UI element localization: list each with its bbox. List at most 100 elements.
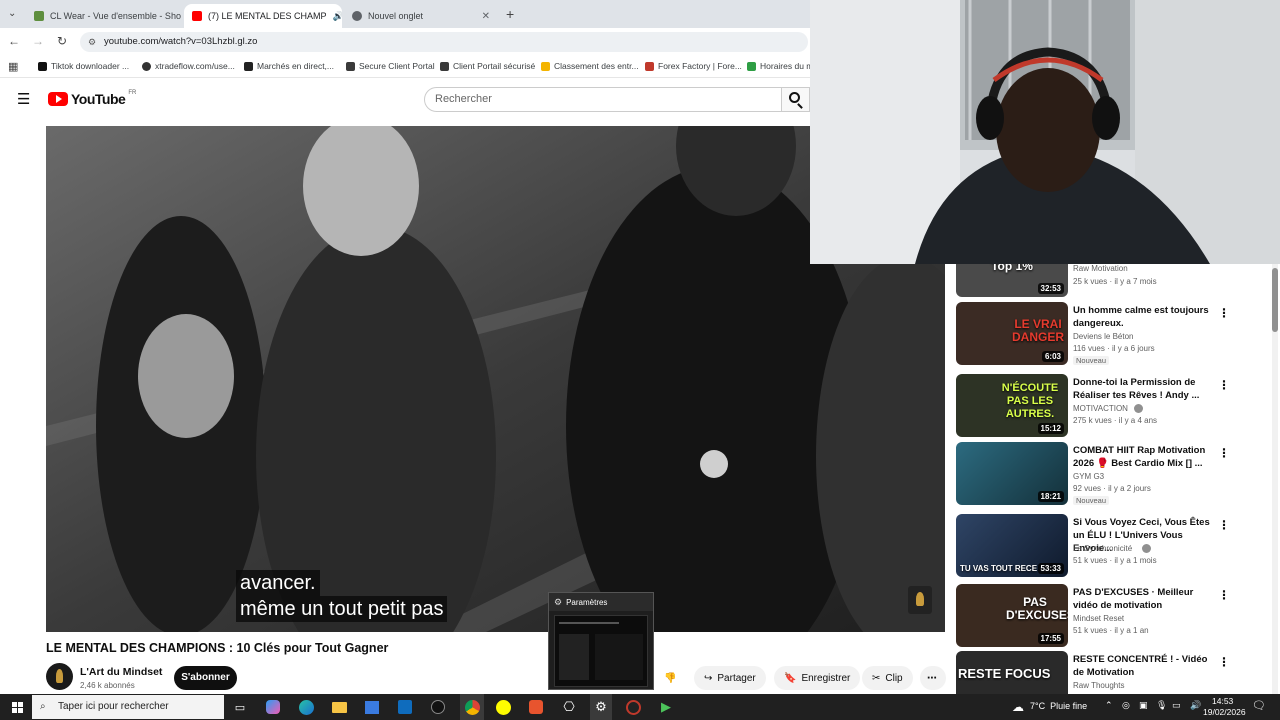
clip-button[interactable]: ✂ Clip [862,666,913,690]
media-app-icon[interactable]: ▶ [657,698,675,716]
recommendation-item[interactable]: TU VAS TOUT RECE 53:33 Si Vous Voyez Cec… [956,514,1276,578]
video-thumbnail[interactable]: TU VAS TOUT RECE 53:33 [956,514,1068,577]
settings-gear-icon[interactable]: ⚙ [590,694,612,720]
chatgpt-icon[interactable]: ⎔ [560,698,578,716]
scrollbar-thumb[interactable] [1272,268,1278,332]
caption-line-2: même un tout petit pas [236,596,448,622]
recommendation-item[interactable]: Top 1% 32:53 Raw Motivation 25 k vues · … [956,264,1276,298]
recommendation-item[interactable]: RESTE FOCUS RESTE CONCENTRÉ ! - Vidéo de… [956,651,1276,694]
windows-start-icon[interactable] [8,698,26,716]
snapchat-icon[interactable] [494,698,512,716]
video-title[interactable]: PAS D'EXCUSES · Meilleur vidéo de motiva… [1073,586,1215,612]
bookmark-item[interactable]: Horaires du m [747,61,813,71]
tray-app-icon[interactable]: ▣ [1139,700,1148,711]
channel-avatar[interactable] [46,663,73,690]
video-meta: 116 vues · il y a 6 jours [1073,344,1155,353]
browser-tab-strip: ⌄ CL Wear - Vue d'ensemble - Sho ✕ (7) L… [0,0,810,28]
channel-name[interactable]: L'Art du Mindset [80,666,162,678]
tab-label: (7) LE MENTAL DES CHAMP [208,11,327,21]
url-field[interactable]: ⚙ youtube.com/watch?v=03Lhzbl.gl.zo [80,32,808,52]
outlook-icon[interactable] [396,698,414,716]
more-options-icon[interactable]: ⋮ [1218,588,1230,602]
microsoft-store-icon[interactable] [363,698,381,716]
video-title[interactable]: COMBAT HIIT Rap Motivation 2026 🥊 Best C… [1073,444,1215,470]
tab-new[interactable]: Nouvel onglet ✕ [344,4,498,28]
channel-name[interactable]: MOTIVACTION [1073,404,1128,413]
search-input[interactable]: Rechercher [424,87,782,112]
chrome-icon[interactable] [460,694,484,720]
tab-youtube-video[interactable]: (7) LE MENTAL DES CHAMP 🔊 ✕ [184,4,342,28]
channel-name[interactable]: Deviens le Béton [1073,332,1133,341]
bookmark-item[interactable]: xtradeflow.com/use... [142,61,235,71]
bookmark-item[interactable]: Tiktok downloader ... [38,61,129,71]
subscriber-count: 2,46 k abonnés [80,681,135,690]
share-button[interactable]: ↪ Partager [694,666,766,690]
chevron-up-icon[interactable]: ⌃ [1105,700,1113,711]
video-thumbnail[interactable]: LE VRAI DANGER 6:03 [956,302,1068,365]
microphone-icon[interactable]: 🎙 [1156,700,1167,711]
more-options-icon[interactable]: ⋮ [1218,518,1230,532]
file-explorer-icon[interactable] [330,698,348,716]
channel-name[interactable]: Mindset Reset [1073,614,1124,623]
task-view-icon[interactable]: ▭ [231,698,249,716]
more-options-icon[interactable]: ⋮ [1218,446,1230,460]
weather-text[interactable]: 7°C Pluie fine [1030,701,1087,711]
youtube-logo[interactable]: YouTube FR [48,90,137,107]
save-button[interactable]: 🔖 Enregistrer [774,666,861,690]
app-icon[interactable] [527,698,545,716]
weather-icon[interactable]: ☁ [1009,698,1027,716]
tray-app-icon[interactable]: ◎ [1122,700,1130,711]
clock-date[interactable]: 19/02/2026 [1203,707,1246,717]
tab-search-icon[interactable]: ⌄ [8,8,16,19]
recording-app-icon[interactable] [624,698,642,716]
bookmark-item[interactable]: Classement des entr... [541,61,639,71]
hamburger-menu-icon[interactable]: ☰ [17,90,30,108]
close-icon[interactable]: ✕ [482,11,490,22]
recommendation-item[interactable]: N'ÉCOUTE PAS LES AUTRES. 15:12 Donne-toi… [956,374,1276,438]
bookmark-item[interactable]: Client Portail sécurisé [440,61,535,71]
site-info-icon[interactable]: ⚙ [88,32,96,52]
copilot-icon[interactable] [264,698,282,716]
more-actions-button[interactable]: ⋯ [920,666,946,690]
reload-icon[interactable]: ↻ [57,34,67,48]
bookmark-item[interactable]: Forex Factory | Fore... [645,61,742,71]
channel-name[interactable]: GYM G3 [1073,472,1104,481]
scrollbar[interactable] [1272,264,1278,694]
more-options-icon[interactable]: ⋮ [1218,378,1230,392]
search-button[interactable] [782,87,810,112]
video-thumbnail[interactable]: RESTE FOCUS [956,651,1068,694]
video-title[interactable]: Donne-toi la Permission de Réaliser tes … [1073,376,1215,402]
speaker-icon[interactable]: 🔊 [333,11,342,22]
recommendation-item[interactable]: 18:21 COMBAT HIIT Rap Motivation 2026 🥊 … [956,442,1276,506]
edge-icon[interactable] [297,698,315,716]
more-options-icon[interactable]: ⋮ [1218,306,1230,320]
apps-grid-icon[interactable]: ▦ [8,60,18,73]
taskbar-search-input[interactable]: ⌕ Taper ici pour rechercher [32,695,224,719]
app-icon[interactable] [429,698,447,716]
logo-region: FR [128,90,137,96]
settings-window-preview[interactable]: ⚙ Paramètres [548,592,654,690]
clock-time[interactable]: 14:53 [1212,696,1233,706]
video-thumbnail[interactable]: 18:21 [956,442,1068,505]
channel-name[interactable]: Raw Thoughts [1073,681,1124,690]
new-tab-plus-icon[interactable]: + [506,6,514,22]
network-icon[interactable]: ▭ [1172,700,1181,711]
forward-arrow-icon[interactable]: → [32,34,44,48]
tab-cl-wear[interactable]: CL Wear - Vue d'ensemble - Sho ✕ [26,4,182,28]
volume-icon[interactable]: 🔊 [1190,700,1201,711]
bookmark-item[interactable]: Marchés en direct,... [244,61,334,71]
channel-name[interactable]: La Synchronicité [1073,544,1132,553]
notification-icon[interactable]: 🗨 [1252,699,1266,712]
dislike-button[interactable]: 👎 [656,666,686,690]
subscribe-button[interactable]: S'abonner [174,666,237,690]
video-title[interactable]: Un homme calme est toujours dangereux. [1073,304,1215,330]
recommendation-item[interactable]: LE VRAI DANGER 6:03 Un homme calme est t… [956,302,1276,366]
video-thumbnail[interactable]: PAS D'EXCUSES 17:55 [956,584,1068,647]
more-options-icon[interactable]: ⋮ [1218,655,1230,669]
video-thumbnail[interactable]: N'ÉCOUTE PAS LES AUTRES. 15:12 [956,374,1068,437]
video-thumbnail[interactable]: Top 1% 32:53 [956,264,1068,297]
bookmark-item[interactable]: Secure Client Portal [346,61,435,71]
video-title[interactable]: RESTE CONCENTRÉ ! - Vidéo de Motivation [1073,653,1215,679]
recommendation-item[interactable]: PAS D'EXCUSES 17:55 PAS D'EXCUSES · Meil… [956,584,1276,648]
back-arrow-icon[interactable]: ← [8,34,20,48]
